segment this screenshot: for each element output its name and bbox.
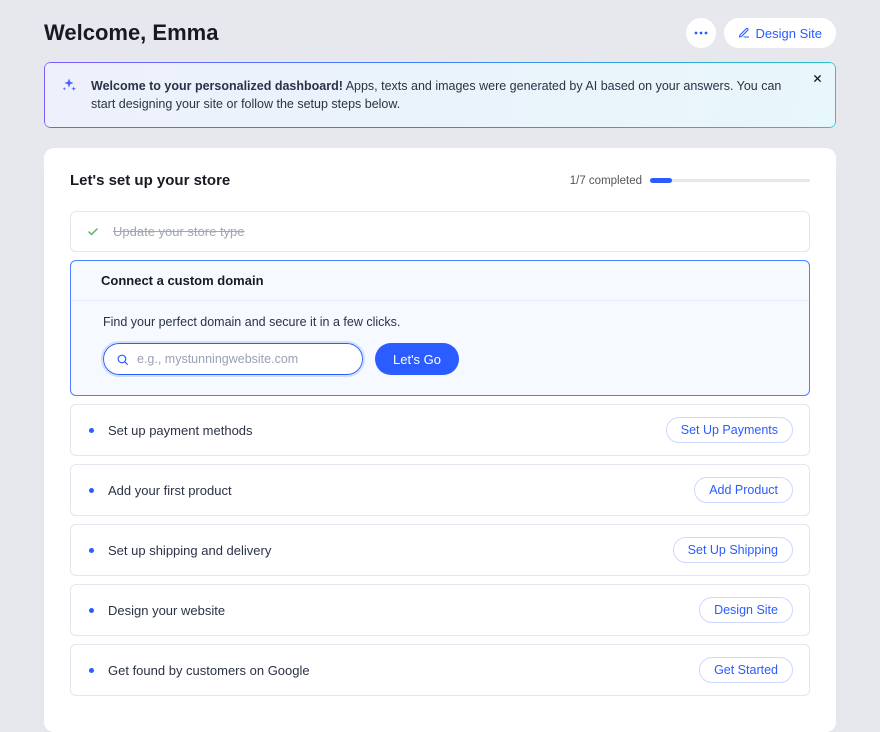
setup-card: Let's set up your store 1/7 completed Up… xyxy=(44,148,836,732)
step-action-design-website[interactable]: Design Site xyxy=(699,597,793,623)
step-expanded-header[interactable]: Connect a custom domain xyxy=(71,261,809,301)
page-title: Welcome, Emma xyxy=(44,20,218,46)
step-label: Set up shipping and delivery xyxy=(108,543,659,558)
header-actions: Design Site xyxy=(686,18,836,48)
bullet-icon xyxy=(89,668,94,673)
bullet-icon xyxy=(89,608,94,613)
banner-bold-text: Welcome to your personalized dashboard! xyxy=(91,79,343,93)
step-label: Set up payment methods xyxy=(108,423,652,438)
progress-fill xyxy=(650,178,672,183)
ai-welcome-banner: Welcome to your personalized dashboard! … xyxy=(44,62,836,128)
bullet-icon xyxy=(89,488,94,493)
step-label: Get found by customers on Google xyxy=(108,663,685,678)
step-label: Add your first product xyxy=(108,483,680,498)
step-expanded-title: Connect a custom domain xyxy=(101,273,264,288)
bullet-icon xyxy=(89,428,94,433)
close-icon xyxy=(812,73,823,84)
domain-input[interactable] xyxy=(135,351,350,367)
progress-bar xyxy=(650,179,810,182)
bullet-icon xyxy=(89,548,94,553)
step-action-google[interactable]: Get Started xyxy=(699,657,793,683)
step-expanded-description: Find your perfect domain and secure it i… xyxy=(103,315,793,329)
design-site-button[interactable]: Design Site xyxy=(724,18,836,48)
step-action-shipping[interactable]: Set Up Shipping xyxy=(673,537,793,563)
check-icon xyxy=(87,226,99,238)
search-icon xyxy=(116,353,129,366)
step-action-add-product[interactable]: Add Product xyxy=(694,477,793,503)
step-payments[interactable]: Set up payment methods Set Up Payments xyxy=(70,404,810,456)
step-design-website[interactable]: Design your websiteDesign Site xyxy=(70,584,810,636)
pencil-icon xyxy=(738,27,750,39)
domain-input-wrap[interactable] xyxy=(103,343,363,375)
sparkle-icon xyxy=(61,77,77,93)
progress-wrap: 1/7 completed xyxy=(570,175,810,187)
design-site-label: Design Site xyxy=(756,26,822,41)
ellipsis-icon xyxy=(694,31,708,35)
lets-go-button[interactable]: Let's Go xyxy=(375,343,459,375)
setup-title: Let's set up your store xyxy=(70,172,230,189)
step-google[interactable]: Get found by customers on Google Get Star… xyxy=(70,644,810,696)
step-shipping[interactable]: Set up shipping and delivery Set Up Shipp… xyxy=(70,524,810,576)
step-action-payments[interactable]: Set Up Payments xyxy=(666,417,793,443)
step-connect-domain: Connect a custom domain Find your perfec… xyxy=(70,260,810,396)
step-label: Update your store type xyxy=(113,224,793,239)
progress-label: 1/7 completed xyxy=(570,175,642,187)
close-banner-button[interactable] xyxy=(812,73,823,84)
step-completed[interactable]: Update your store type xyxy=(70,211,810,252)
step-add-product[interactable]: Add your first product Add Product xyxy=(70,464,810,516)
more-actions-button[interactable] xyxy=(686,18,716,48)
